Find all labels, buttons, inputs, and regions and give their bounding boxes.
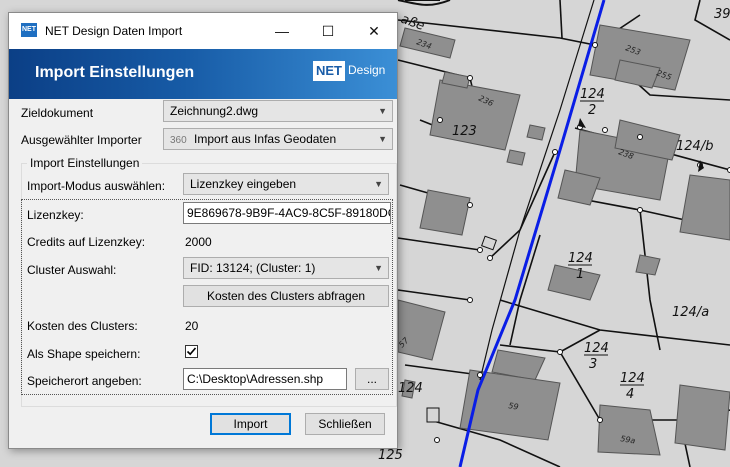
chevron-down-icon: ▼ bbox=[374, 179, 383, 189]
logo-net: NET bbox=[313, 61, 345, 81]
kosten-value: 20 bbox=[185, 319, 199, 333]
map-label-124-top: 124 bbox=[580, 87, 605, 102]
app-icon: NET bbox=[21, 23, 37, 37]
browse-button[interactable]: ... bbox=[355, 368, 389, 390]
modus-combo[interactable]: Lizenzkey eingeben ▼ bbox=[183, 173, 389, 195]
kosten-label: Kosten des Clusters: bbox=[27, 319, 138, 333]
import-dialog: NET NET Design Daten Import — ☐ ✕ Import… bbox=[8, 12, 398, 449]
map-label-124a: 124/a bbox=[672, 305, 709, 320]
importer-label: Ausgewählter Importer bbox=[21, 133, 142, 147]
lizenzkey-label: Lizenzkey: bbox=[27, 208, 84, 222]
kosten-abfragen-button[interactable]: Kosten des Clusters abfragen bbox=[183, 285, 389, 307]
banner-title: Import Einstellungen bbox=[35, 64, 195, 81]
window-title: NET Design Daten Import bbox=[45, 24, 183, 38]
net-design-logo: NET Design bbox=[313, 58, 385, 90]
chevron-down-icon: ▼ bbox=[378, 134, 387, 144]
map-label-4: 4 bbox=[626, 387, 634, 402]
logo-design: Design bbox=[348, 63, 386, 77]
lizenzkey-input[interactable]: 9E869678-9B9F-4AC9-8C5F-89180DC4 bbox=[183, 202, 391, 224]
group-label: Import Einstellungen bbox=[27, 156, 143, 170]
importer-icon: 360 bbox=[170, 135, 187, 146]
cluster-value: FID: 13124; (Cluster: 1) bbox=[190, 261, 316, 275]
map-label-2: 2 bbox=[588, 103, 596, 118]
import-button[interactable]: Import bbox=[210, 413, 291, 435]
title-bar[interactable]: NET NET Design Daten Import — ☐ ✕ bbox=[9, 13, 397, 49]
map-label-3: 3 bbox=[589, 357, 597, 372]
zieldokument-value: Zeichnung2.dwg bbox=[170, 104, 259, 118]
maximize-button[interactable]: ☐ bbox=[305, 13, 351, 49]
modus-label: Import-Modus auswählen: bbox=[27, 179, 166, 193]
shape-checkbox[interactable] bbox=[185, 345, 198, 358]
minimize-button[interactable]: — bbox=[259, 13, 305, 49]
map-label-123: 123 bbox=[452, 124, 477, 139]
chevron-down-icon: ▼ bbox=[374, 263, 383, 273]
map-label-39: 39 bbox=[714, 7, 730, 22]
header-banner: Import Einstellungen NET Design bbox=[9, 49, 397, 99]
map-label-125: 125 bbox=[378, 448, 403, 463]
map-label-124-bottom: 124 bbox=[620, 371, 645, 386]
zieldokument-combo[interactable]: Zeichnung2.dwg ▼ bbox=[163, 100, 393, 122]
map-label-124-mid: 124 bbox=[568, 251, 593, 266]
importer-value: Import aus Infas Geodaten bbox=[194, 132, 337, 146]
speicherort-label: Speicherort angeben: bbox=[27, 374, 142, 388]
credits-value: 2000 bbox=[185, 235, 212, 249]
map-label-124b: 124/b bbox=[676, 139, 713, 154]
map-label-124-low: 124 bbox=[584, 341, 609, 356]
close-button[interactable]: ✕ bbox=[351, 13, 397, 49]
map-label-124-left: 124 bbox=[398, 381, 423, 396]
shape-label: Als Shape speichern: bbox=[27, 347, 141, 361]
schliessen-button[interactable]: Schließen bbox=[305, 413, 385, 435]
modus-value: Lizenzkey eingeben bbox=[190, 177, 297, 191]
speicherort-input[interactable]: C:\Desktop\Adressen.shp bbox=[183, 368, 347, 390]
cluster-label: Cluster Auswahl: bbox=[27, 263, 117, 277]
credits-label: Credits auf Lizenzkey: bbox=[27, 235, 146, 249]
importer-combo[interactable]: 360 Import aus Infas Geodaten ▼ bbox=[163, 128, 393, 150]
cluster-combo[interactable]: FID: 13124; (Cluster: 1) ▼ bbox=[183, 257, 389, 279]
map-label-1: 1 bbox=[576, 267, 584, 282]
zieldokument-label: Zieldokument bbox=[21, 106, 94, 120]
chevron-down-icon: ▼ bbox=[378, 106, 387, 116]
checkmark-icon bbox=[186, 347, 197, 356]
building-number: 59 bbox=[508, 401, 520, 412]
